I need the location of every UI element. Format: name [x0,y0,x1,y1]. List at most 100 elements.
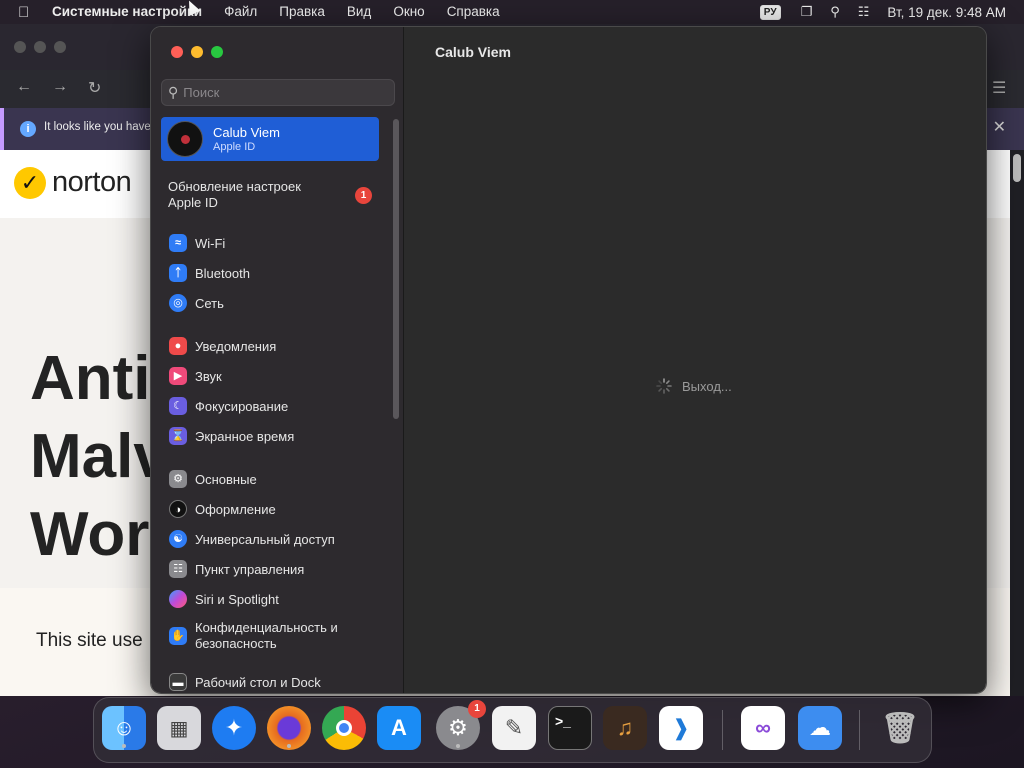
sidebar-item-focus[interactable]: ☾ Фокусирование [169,395,389,417]
dock: ☺ ▦ ✦ A ⚙ 1 ✎ >_ ♫ ❱ ∞ ☁ 🗑 [93,697,932,763]
sidebar-item-notifications[interactable]: ● Уведомления [169,335,389,357]
hero-line: Malv [30,422,168,491]
apple-icon[interactable]:  [18,4,38,21]
browser-window-controls[interactable] [14,41,66,53]
hero-heading: Anti Malv Wor [30,340,168,574]
sidebar-item-label: Сеть [195,295,224,311]
cookie-text: This site use [36,630,143,651]
sidebar-item-bluetooth[interactable]: ᛏ Bluetooth [169,262,389,284]
close-window-button[interactable] [171,46,183,58]
page-title: Calub Viem [435,44,511,60]
close-icon[interactable]: ✕ [993,117,1006,137]
sidebar-item-label: Конфиденциальность и [195,620,338,635]
sidebar-item-control-center[interactable]: ☷ Пункт управления [169,558,389,580]
app-menu[interactable]: Системные настройки [52,0,202,24]
sidebar-item-appearance[interactable]: ◑ Оформление [169,498,389,520]
hero-line: Wor [30,500,150,569]
menu-edit[interactable]: Правка [279,0,325,24]
sidebar-item-accessibility[interactable]: ☯ Универсальный доступ [169,528,389,550]
sidebar-item-label: Универсальный доступ [195,531,335,547]
sidebar-item-desktop-dock[interactable]: ▬ Рабочий стол и Dock [169,671,389,693]
sidebar-item-label: Wi-Fi [195,235,226,251]
sidebar-item-apple-id-update[interactable]: Обновление настроек Apple ID [168,179,378,211]
back-arrow-icon[interactable]: ← [16,78,32,96]
menu-view[interactable]: Вид [347,0,371,24]
update-label-line: Apple ID [168,195,218,210]
moon-icon: ☾ [169,397,187,415]
search-input[interactable] [183,85,374,100]
settings-sidebar: ⚲ Calub Viem Apple ID Обновление настрое… [151,27,404,693]
page-scrollbar[interactable] [1010,150,1024,696]
window-controls [171,46,223,58]
trash-icon[interactable]: 🗑 [878,706,922,750]
sidebar-item-label: Рабочий стол и Dock [195,674,321,690]
garageband-icon[interactable]: ♫ [603,706,647,750]
sidebar-item-siri-spotlight[interactable]: Siri и Spotlight [169,588,389,610]
safari-icon[interactable]: ✦ [212,706,256,750]
weather-icon[interactable]: ☁ [798,706,842,750]
terminal-icon[interactable]: >_ [548,706,592,750]
bell-icon: ● [169,337,187,355]
reload-icon[interactable]: ↻ [88,78,101,98]
update-label-line: Обновление настроек [168,179,301,194]
notification-badge: 1 [468,700,486,718]
menu-icon[interactable]: ☰ [992,78,1006,98]
textedit-icon[interactable]: ✎ [492,706,536,750]
search-field[interactable]: ⚲ [161,79,395,106]
control-center-icon[interactable]: ☷ [858,4,870,20]
sidebar-item-network[interactable]: ◎ Сеть [169,292,389,314]
sidebar-item-wifi[interactable]: ≈ Wi-Fi [169,232,389,254]
forward-arrow-icon[interactable]: → [52,78,68,96]
speaker-icon: ▶ [169,367,187,385]
chrome-icon[interactable] [322,706,366,750]
sidebar-item-label: Основные [195,471,257,487]
sidebar-item-label: безопасность [195,636,277,651]
bluetooth-icon: ᛏ [169,264,187,282]
loading-text: Выход... [682,378,732,394]
system-settings-window: ⚲ Calub Viem Apple ID Обновление настрое… [150,26,987,694]
menu-file[interactable]: Файл [224,0,257,24]
search-icon: ⚲ [168,84,179,100]
firefox-icon[interactable] [267,706,311,750]
avatar [167,121,203,157]
sidebar-item-label: Пункт управления [195,561,305,577]
norton-logo[interactable]: ✓ norton [14,166,132,199]
dock-icon: ▬ [169,673,187,691]
sidebar-item-screen-time[interactable]: ⌛ Экранное время [169,425,389,447]
notification-text: It looks like you have [44,121,151,133]
menu-window[interactable]: Окно [393,0,424,24]
search-icon[interactable]: ⚲ [830,4,840,20]
wifi-icon: ≈ [169,234,187,252]
menu-bar:  Системные настройки Файл Правка Вид Ок… [0,0,1024,24]
sidebar-scrollbar[interactable] [393,119,399,419]
system-settings-icon[interactable]: ⚙ 1 [436,700,486,750]
sidebar-item-label: Экранное время [195,428,295,444]
minimize-window-button[interactable] [191,46,203,58]
visual-studio-icon[interactable]: ∞ [741,706,785,750]
input-source-indicator[interactable]: РУ [759,4,781,20]
account-name: Calub Viem [213,125,280,140]
sidebar-item-label: Звук [195,368,222,384]
launchpad-icon[interactable]: ▦ [157,706,201,750]
dock-separator [722,710,723,750]
appearance-icon: ◑ [169,500,187,518]
vscode-icon[interactable]: ❱ [659,706,703,750]
app-store-icon[interactable]: A [377,706,421,750]
status-area: РУ ❐ ⚲ ☷ Вт, 19 дек. 9:48 AM [759,0,1006,24]
brand-name: norton [52,166,132,198]
info-icon: i [20,121,36,137]
windows-icon[interactable]: ❐ [801,4,813,20]
accessibility-icon: ☯ [169,530,187,548]
menu-help[interactable]: Справка [447,0,500,24]
clock[interactable]: Вт, 19 дек. 9:48 AM [887,5,1006,20]
sidebar-item-label: Фокусирование [195,398,289,414]
finder-icon[interactable]: ☺ [102,706,146,750]
sidebar-item-sound[interactable]: ▶ Звук [169,365,389,387]
sidebar-item-privacy-security[interactable]: ✋ Конфиденциальность и безопасность [169,619,389,653]
control-center-icon: ☷ [169,560,187,578]
hand-icon: ✋ [169,627,187,645]
dock-separator [859,710,860,750]
zoom-window-button[interactable] [211,46,223,58]
sidebar-item-general[interactable]: ⚙ Основные [169,468,389,490]
sidebar-item-apple-id[interactable]: Calub Viem Apple ID [161,117,379,161]
